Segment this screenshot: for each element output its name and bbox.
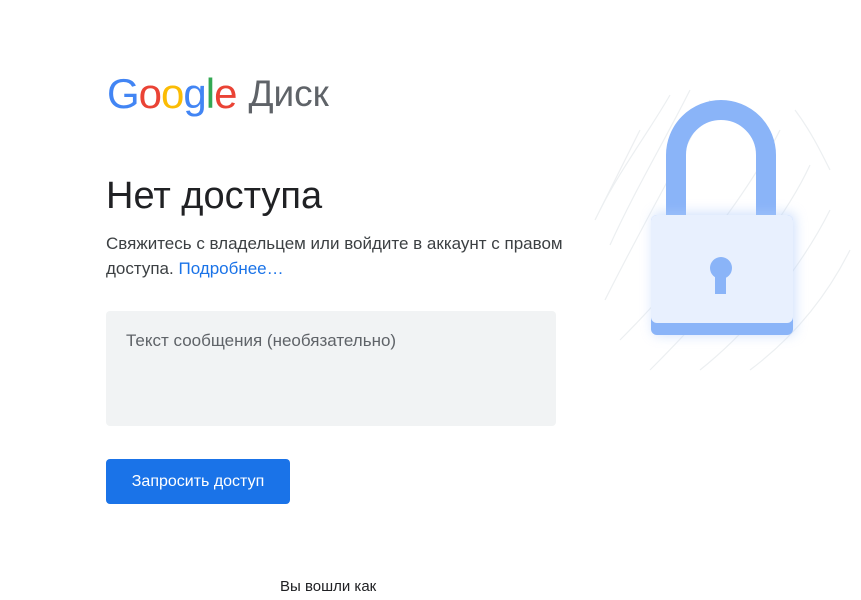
lock-icon	[594, 89, 851, 371]
description-text: Свяжитесь с владельцем или войдите в акк…	[106, 234, 563, 278]
google-drive-logo: Google Диск	[107, 70, 329, 118]
logo-letter: G	[107, 70, 140, 117]
logo-letter: g	[183, 70, 206, 117]
access-denied-page: Google Диск Нет доступа Свяжитесь с влад…	[0, 0, 861, 600]
product-name: Диск	[248, 73, 329, 114]
message-field[interactable]	[106, 311, 556, 426]
lock-shackle	[666, 100, 776, 220]
request-access-button[interactable]: Запросить доступ	[106, 459, 290, 504]
page-title: Нет доступа	[106, 175, 323, 217]
learn-more-link[interactable]: Подробнее…	[178, 259, 283, 278]
logo-letter: e	[214, 70, 237, 117]
logo-letter: o	[138, 70, 162, 117]
google-wordmark: Google	[107, 70, 237, 118]
access-description: Свяжитесь с владельцем или войдите в акк…	[106, 231, 566, 281]
signed-in-label: Вы вошли как	[280, 578, 377, 595]
logo-letter: l	[205, 70, 215, 117]
keyhole-slot	[715, 270, 726, 294]
logo-letter: o	[161, 70, 184, 117]
